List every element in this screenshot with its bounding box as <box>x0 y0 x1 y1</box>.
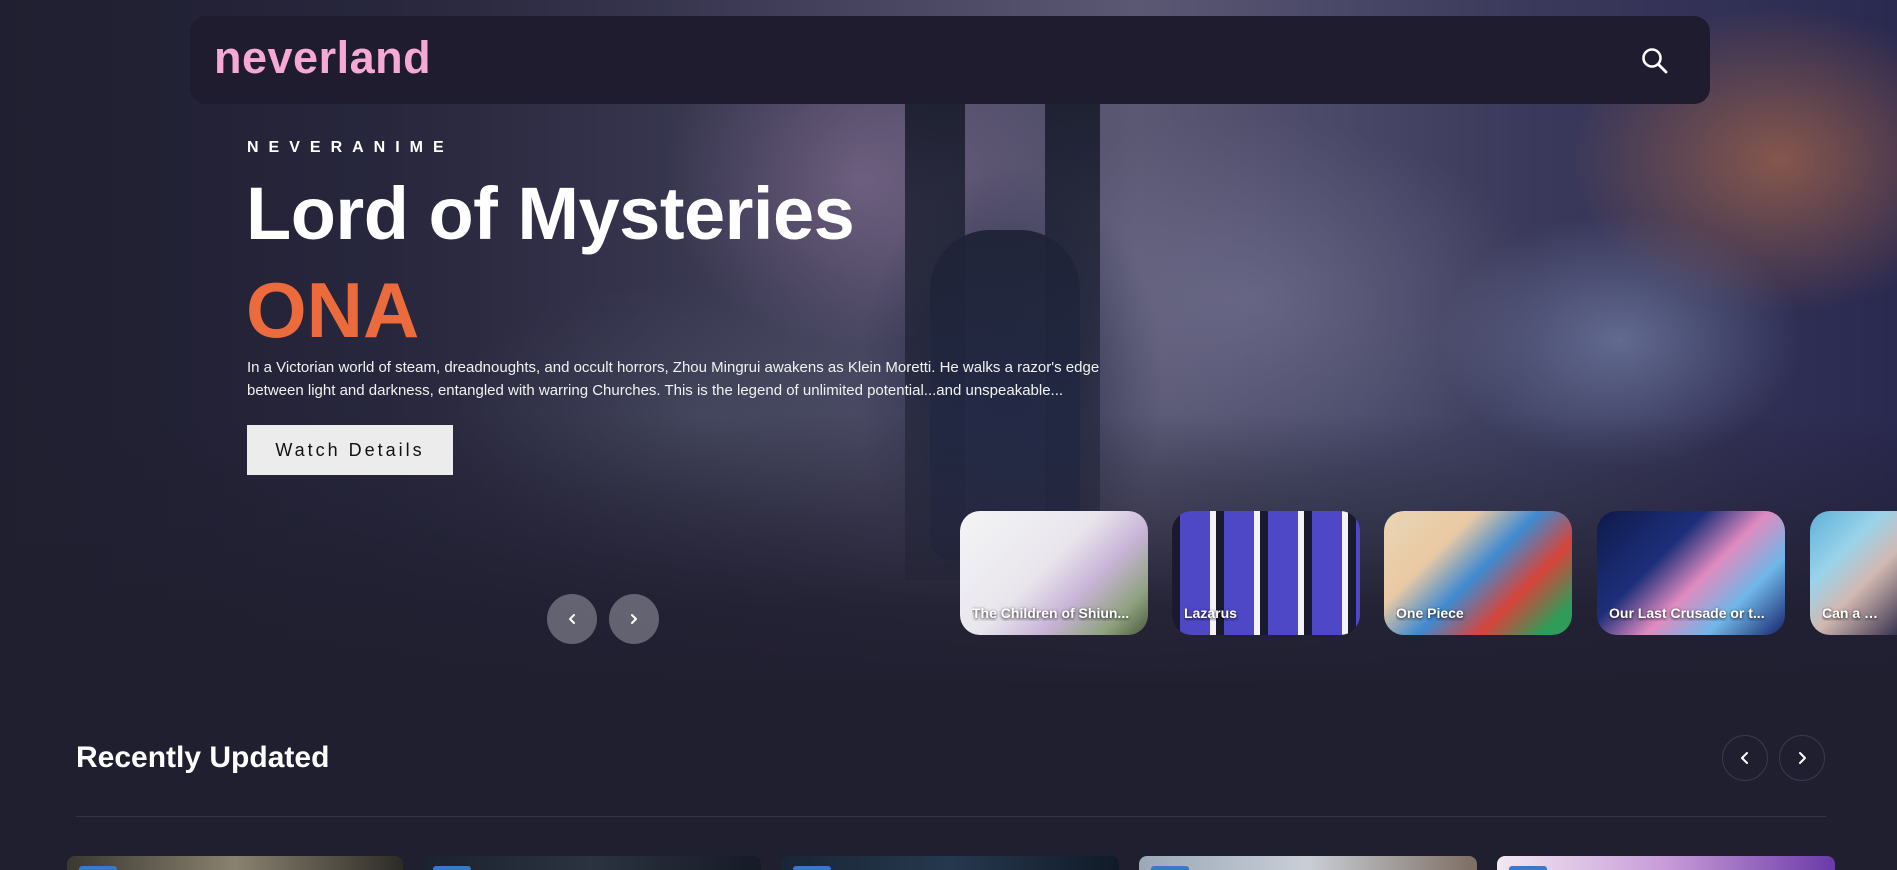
carousel-card[interactable]: One Piece <box>1384 511 1572 635</box>
recent-update-card[interactable] <box>781 856 1119 870</box>
episode-badge <box>1509 866 1547 870</box>
hero-type: ONA <box>246 266 420 354</box>
hero-description: In a Victorian world of steam, dreadnoug… <box>247 359 1100 399</box>
chevron-left-icon <box>1741 752 1748 764</box>
recent-update-card[interactable] <box>421 856 761 870</box>
chevron-right-icon <box>1799 752 1806 764</box>
hero-brand: NEVERANIME <box>247 139 454 156</box>
carousel-card-title: Lazarus <box>1184 605 1237 621</box>
carousel-card-title: Can a Boy a... <box>1822 605 1887 621</box>
chevron-right-icon <box>631 614 637 624</box>
recent-update-card[interactable] <box>1139 856 1477 870</box>
carousel-card-title: The Children of Shiun... <box>972 605 1130 621</box>
carousel-card-title: One Piece <box>1396 605 1464 621</box>
hero-next-button[interactable] <box>609 594 659 644</box>
episode-badge <box>79 866 117 870</box>
recently-updated-title: Recently Updated <box>76 741 330 774</box>
carousel-card[interactable]: The Children of Shiun... <box>960 511 1148 635</box>
hero-prev-button[interactable] <box>547 594 597 644</box>
carousel-card[interactable]: Can a Boy a... <box>1810 511 1897 635</box>
carousel-card[interactable]: Lazarus <box>1172 511 1360 635</box>
top-navbar: neverland <box>190 16 1710 104</box>
carousel-card[interactable]: Our Last Crusade or t... <box>1597 511 1785 635</box>
episode-badge <box>793 866 831 870</box>
episode-badge <box>1151 866 1189 870</box>
hero-title: Lord of Mysteries <box>246 172 855 255</box>
site-logo[interactable]: neverland <box>214 32 431 84</box>
chevron-left-icon <box>569 614 575 624</box>
search-icon[interactable] <box>1640 46 1670 76</box>
carousel-card-title: Our Last Crusade or t... <box>1609 605 1765 621</box>
watch-details-button[interactable]: Watch Details <box>247 425 453 475</box>
recently-updated-prev-button[interactable] <box>1722 735 1768 781</box>
recent-update-card[interactable] <box>67 856 403 870</box>
section-divider <box>76 816 1826 817</box>
recent-update-card[interactable] <box>1497 856 1835 870</box>
episode-badge <box>433 866 471 870</box>
recently-updated-next-button[interactable] <box>1779 735 1825 781</box>
